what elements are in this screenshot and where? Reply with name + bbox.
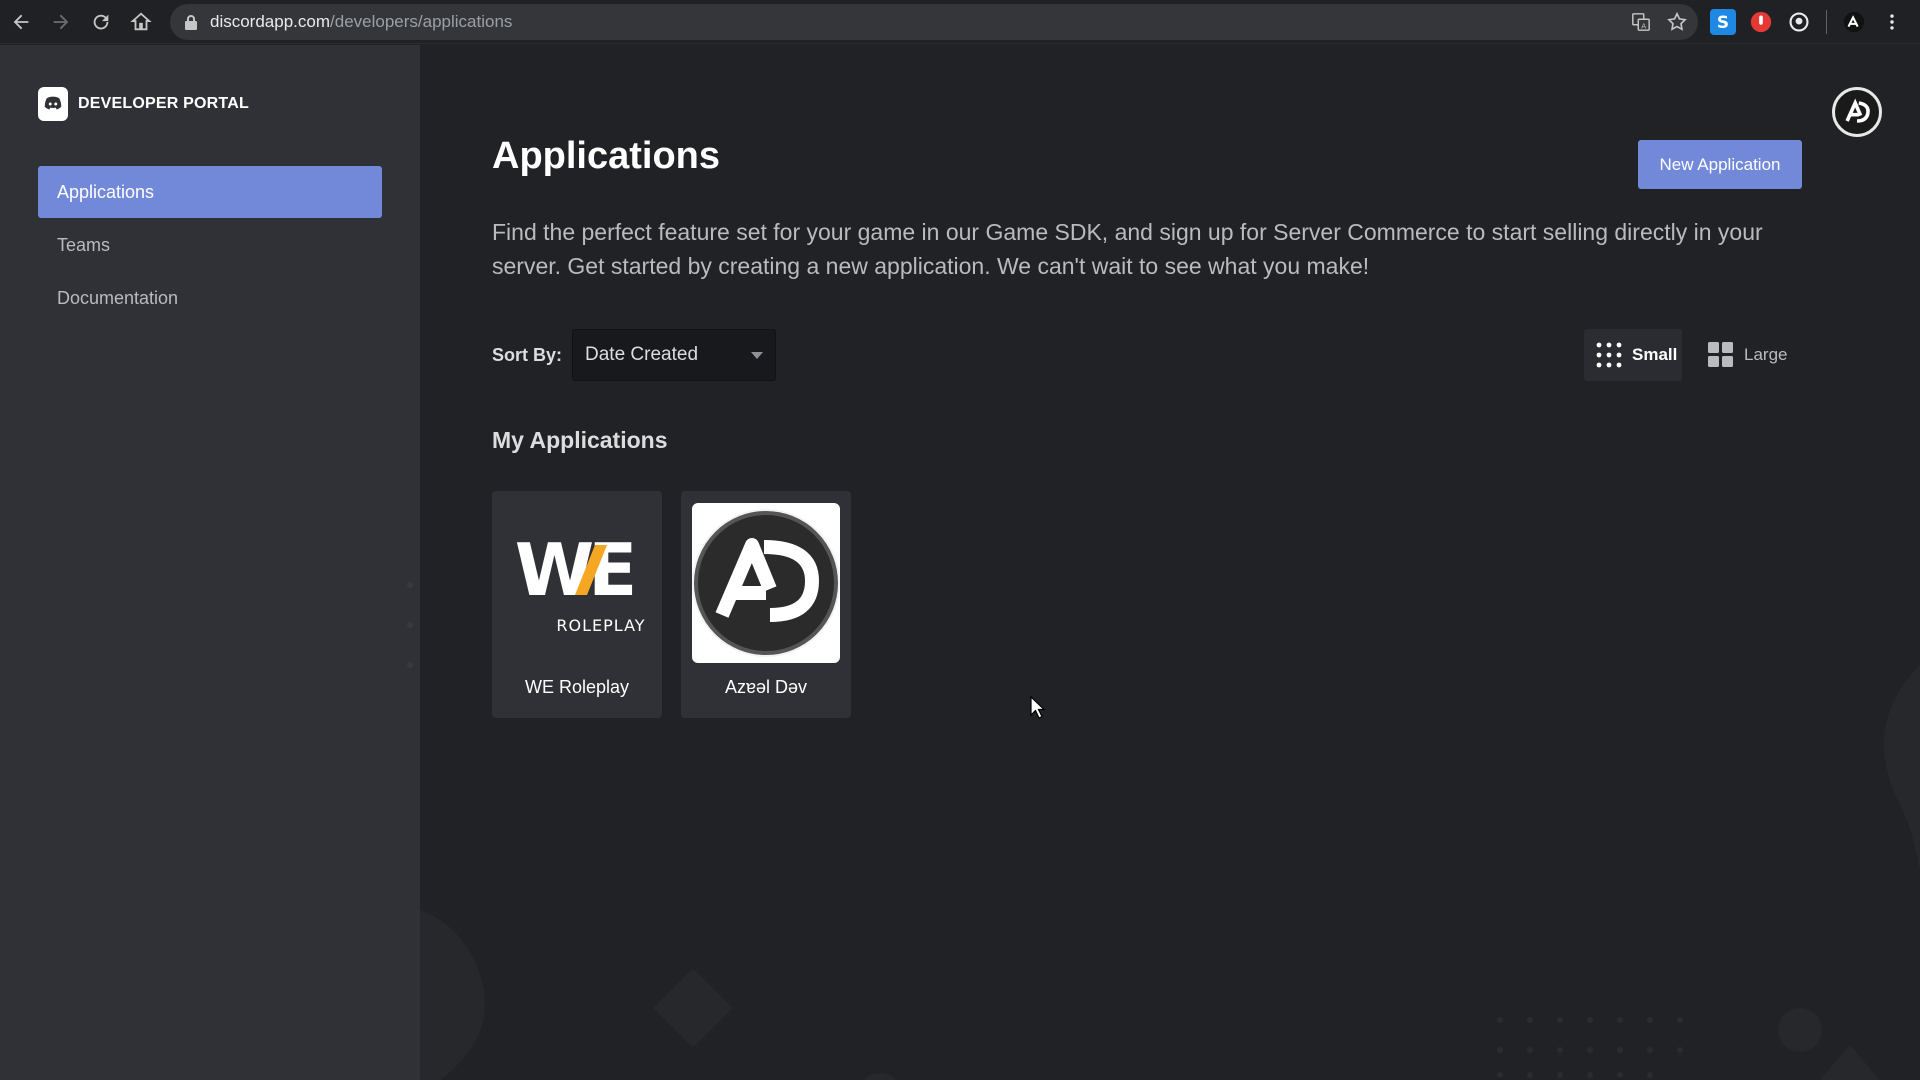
page-title: Applications — [492, 135, 721, 177]
view-large-button[interactable]: Large — [1696, 329, 1802, 381]
view-large-label: Large — [1744, 345, 1788, 364]
address-bar[interactable]: discordapp.com/developers/applications A — [170, 4, 1698, 40]
mouse-cursor-icon — [1030, 696, 1046, 719]
sidebar-item-applications[interactable]: Applications — [38, 166, 382, 218]
star-icon[interactable] — [1666, 11, 1688, 33]
sidebar-item-documentation[interactable]: Documentation — [38, 272, 382, 324]
reload-icon[interactable] — [82, 3, 120, 41]
my-applications-heading: My Applications — [492, 427, 668, 453]
sort-dropdown[interactable]: Date Created — [572, 329, 776, 381]
url-text: discordapp.com/developers/applications — [210, 12, 512, 32]
user-avatar[interactable] — [1832, 87, 1882, 137]
chevron-down-icon — [751, 352, 763, 359]
discord-logo-icon — [38, 87, 68, 121]
home-icon[interactable] — [122, 3, 160, 41]
profile-icon[interactable] — [1841, 9, 1867, 35]
sort-value: Date Created — [585, 344, 699, 365]
app-name: WE Roleplay — [524, 677, 630, 697]
brand-title: DEVELOPER PORTAL — [78, 95, 249, 112]
url-host: discordapp.com — [210, 12, 331, 31]
brand[interactable]: DEVELOPER PORTAL — [38, 87, 249, 121]
view-small-label: Small — [1632, 345, 1678, 364]
browser-toolbar: discordapp.com/developers/applications A… — [0, 0, 1920, 44]
intro-text: Find the perfect feature set for your ga… — [492, 219, 1763, 279]
svg-text:WE: WE — [515, 528, 632, 612]
sort-label: Sort By: — [492, 345, 563, 365]
red-extension-icon[interactable] — [1748, 9, 1774, 35]
sidebar-nav: Applications Teams Documentation — [38, 166, 382, 325]
svg-text:ROLEPLAY: ROLEPLAY — [556, 616, 645, 635]
view-small-button[interactable]: Small — [1584, 329, 1682, 381]
svg-text:S: S — [1717, 12, 1729, 32]
url-path: /developers/applications — [330, 12, 513, 31]
app-card-we-roleplay[interactable]: WE ROLEPLAY WE Roleplay — [492, 491, 662, 718]
lock-icon — [184, 14, 198, 30]
large-grid-icon — [1708, 342, 1733, 367]
app-card-azael-dev[interactable]: AD Azɐǝl Dǝv — [681, 491, 851, 718]
menu-icon[interactable] — [1879, 9, 1905, 35]
github-icon[interactable] — [1786, 9, 1812, 35]
we-roleplay-logo: WE ROLEPLAY — [503, 503, 651, 663]
small-grid-icon — [1596, 342, 1622, 368]
app-name: Azɐǝl Dǝv — [724, 677, 808, 697]
s-extension-icon[interactable]: S — [1710, 9, 1736, 35]
back-icon[interactable] — [2, 3, 40, 41]
sidebar-item-teams[interactable]: Teams — [38, 219, 382, 271]
main-content: Applications New Application Find the pe… — [420, 45, 1920, 1080]
toolbar-separator — [1826, 10, 1827, 34]
forward-icon[interactable] — [42, 3, 80, 41]
new-application-button[interactable]: New Application — [1638, 140, 1802, 189]
sidebar: DEVELOPER PORTAL Applications Teams Docu… — [0, 45, 420, 1080]
azael-dev-logo: AD — [692, 503, 840, 663]
svg-text:A: A — [1641, 21, 1646, 30]
applications-grid: WE ROLEPLAY WE Roleplay AD Azɐǝl Dǝv — [492, 491, 851, 718]
translate-icon[interactable]: A — [1630, 11, 1652, 33]
